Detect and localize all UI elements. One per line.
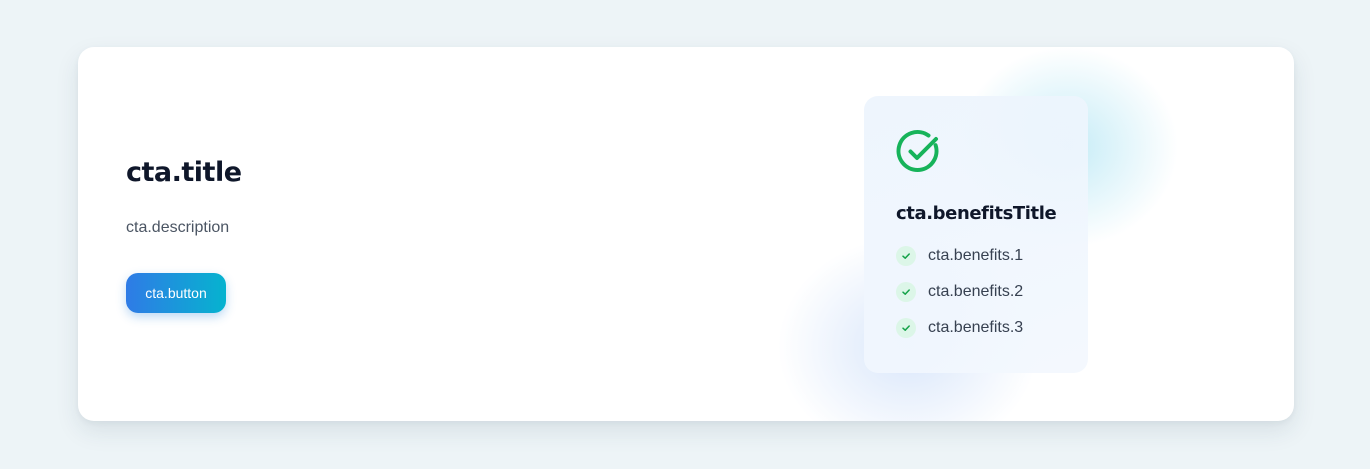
- benefit-label: cta.benefits.3: [928, 319, 1024, 336]
- cta-title: cta.title: [126, 157, 242, 188]
- benefit-list: cta.benefits.1 cta.benefits.2 cta.benefi…: [896, 246, 1023, 354]
- benefits-title: cta.benefitsTitle: [896, 203, 1057, 224]
- benefit-item: cta.benefits.2: [896, 282, 1023, 302]
- benefit-item: cta.benefits.1: [896, 246, 1023, 266]
- benefits-panel: cta.benefitsTitle cta.benefits.1 cta.ben…: [864, 96, 1088, 373]
- cta-card: cta.title cta.description cta.button cta…: [78, 47, 1294, 421]
- benefit-label: cta.benefits.2: [928, 283, 1024, 300]
- benefit-label: cta.benefits.1: [928, 247, 1024, 264]
- benefit-item: cta.benefits.3: [896, 318, 1023, 338]
- check-circle-icon: [896, 130, 939, 172]
- check-icon: [896, 246, 916, 266]
- check-icon: [896, 282, 916, 302]
- cta-button[interactable]: cta.button: [126, 273, 226, 313]
- cta-description: cta.description: [126, 219, 230, 236]
- check-icon: [896, 318, 916, 338]
